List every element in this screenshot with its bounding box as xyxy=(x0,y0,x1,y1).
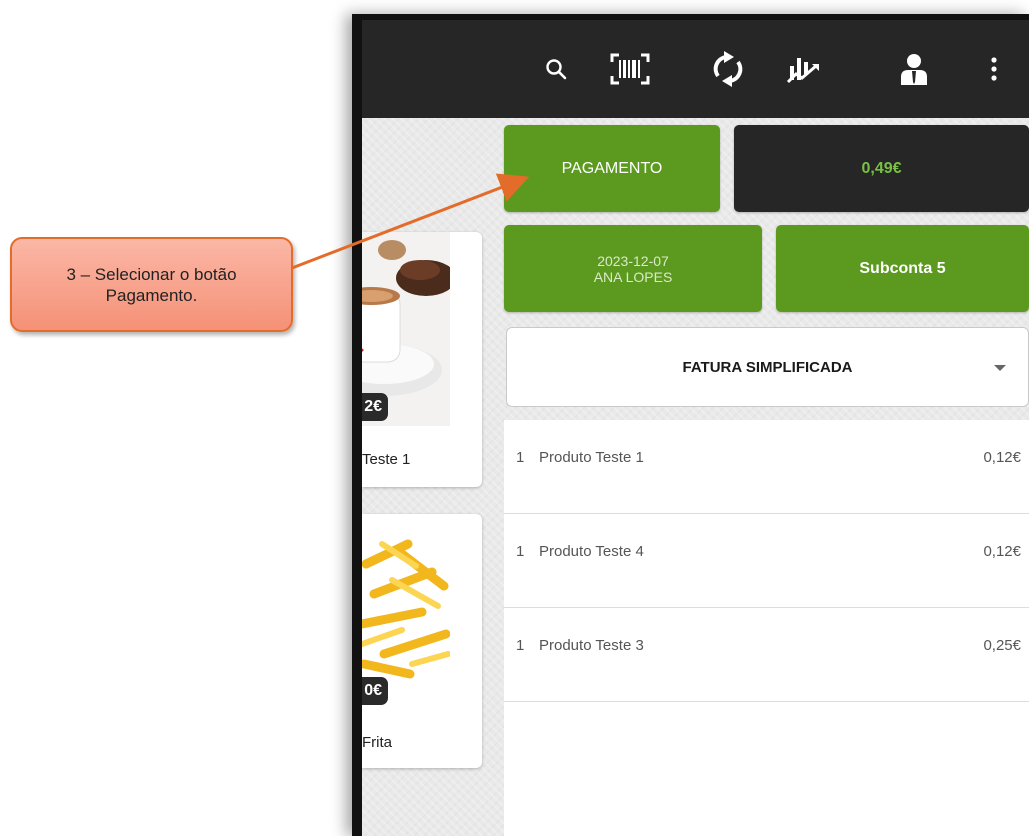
user-icon[interactable] xyxy=(892,46,936,92)
chevron-down-icon xyxy=(994,365,1006,371)
product-card[interactable]: 0€ Frita xyxy=(362,514,482,768)
callout-line-1: 3 – Selecionar o botão xyxy=(66,264,237,284)
top-bar xyxy=(362,20,1029,118)
payment-button[interactable]: PAGAMENTO xyxy=(504,125,720,212)
line-product-name: Produto Teste 4 xyxy=(539,543,644,560)
stats-icon[interactable] xyxy=(782,46,826,92)
session-operator: ANA LOPES xyxy=(593,268,673,285)
total-display[interactable]: 0,49€ xyxy=(734,125,1029,212)
product-name: Frita xyxy=(362,734,392,751)
product-card[interactable]: 2€ Teste 1 xyxy=(362,232,482,487)
order-lines-list: 1 Produto Teste 1 0,12€ 1 Produto Teste … xyxy=(504,420,1029,836)
line-product-name: Produto Teste 3 xyxy=(539,637,644,654)
callout-line-2: Pagamento. xyxy=(105,285,198,305)
payment-button-label: PAGAMENTO xyxy=(561,159,663,177)
product-name: Teste 1 xyxy=(362,451,411,468)
subaccount-button[interactable]: Subconta 5 xyxy=(776,225,1029,312)
line-price: 0,25€ xyxy=(983,637,1021,654)
document-type-select[interactable]: FATURA SIMPLIFICADA xyxy=(506,327,1029,407)
barcode-icon[interactable] xyxy=(608,46,652,92)
total-amount: 0,49€ xyxy=(861,159,902,177)
line-product-name: Produto Teste 1 xyxy=(539,449,644,466)
subaccount-label: Subconta 5 xyxy=(859,259,946,277)
instruction-callout: 3 – Selecionar o botão Pagamento. xyxy=(10,237,293,332)
order-line[interactable]: 1 Produto Teste 4 0,12€ xyxy=(504,514,1029,608)
line-quantity: 1 xyxy=(516,449,525,466)
line-price: 0,12€ xyxy=(983,543,1021,560)
more-icon[interactable] xyxy=(972,46,1016,92)
order-line[interactable]: 1 Produto Teste 3 0,25€ xyxy=(504,608,1029,702)
document-type-value: FATURA SIMPLIFICADA xyxy=(682,358,853,376)
line-quantity: 1 xyxy=(516,543,525,560)
order-line[interactable]: 1 Produto Teste 1 0,12€ xyxy=(504,420,1029,514)
line-quantity: 1 xyxy=(516,637,525,654)
product-price-badge: 2€ xyxy=(362,393,388,421)
line-price: 0,12€ xyxy=(983,449,1021,466)
pos-screen: 2€ Teste 1 0€ Frita PAGAMENTO 0,49€ 2023… xyxy=(362,20,1029,836)
session-date: 2023-12-07 xyxy=(597,252,669,269)
product-price-badge: 0€ xyxy=(362,677,388,705)
search-icon[interactable] xyxy=(534,46,578,92)
session-info-button[interactable]: 2023-12-07 ANA LOPES xyxy=(504,225,762,312)
sync-icon[interactable] xyxy=(706,46,750,92)
